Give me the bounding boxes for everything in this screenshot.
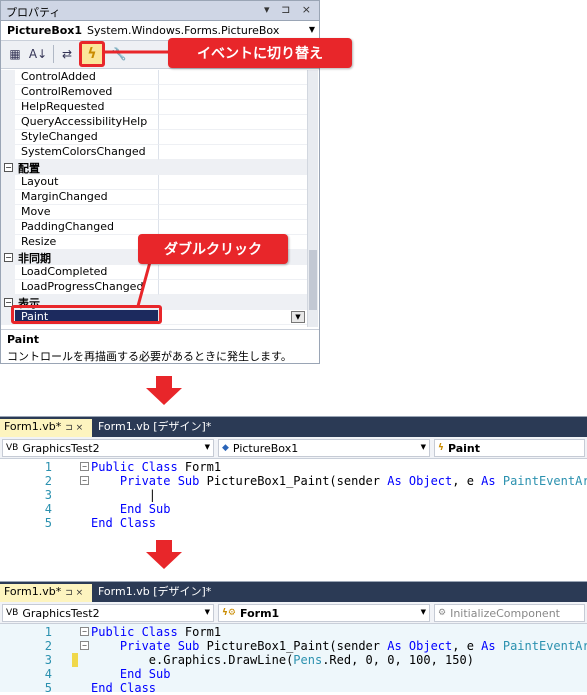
object-combo[interactable]: ϟ⚙ Form1 ▼ bbox=[218, 604, 430, 622]
code-line[interactable]: 1 − Public Class Form1 bbox=[0, 625, 587, 639]
tab-form1-vb[interactable]: Form1.vb* ⊐ × bbox=[0, 584, 92, 602]
document-tabs: Form1.vb* ⊐ × Form1.vb [デザイン]* bbox=[0, 417, 587, 437]
code-line[interactable]: 5 End Class bbox=[0, 681, 587, 695]
line-number: 1 bbox=[44, 625, 52, 639]
line-number: 5 bbox=[44, 516, 52, 530]
code-line[interactable]: 1 − Public Class Form1 bbox=[0, 460, 587, 474]
object-combo-label: Form1 bbox=[240, 606, 280, 620]
code-text: Public Class Form1 bbox=[91, 460, 222, 474]
fold-toggle-icon[interactable]: − bbox=[80, 476, 89, 485]
line-number: 4 bbox=[44, 502, 52, 516]
code-text: Public Class Form1 bbox=[91, 625, 222, 639]
code-text: | bbox=[91, 488, 157, 502]
chevron-down-icon[interactable]: ▼ bbox=[205, 443, 210, 451]
tab-form1-designer[interactable]: Form1.vb [デザイン]* bbox=[94, 584, 215, 602]
project-combo[interactable]: VB GraphicsTest2 ▼ bbox=[2, 439, 214, 457]
document-tabs: Form1.vb* ⊐ × Form1.vb [デザイン]* bbox=[0, 582, 587, 602]
object-combo[interactable]: ◆ PictureBox1 ▼ bbox=[218, 439, 430, 457]
tab-form1-vb[interactable]: Form1.vb* ⊐ × bbox=[0, 419, 92, 437]
code-line[interactable]: 2 − Private Sub PictureBox1_Paint(sender … bbox=[0, 474, 587, 488]
event-combo-label: Paint bbox=[447, 441, 480, 455]
line-number: 5 bbox=[44, 681, 52, 695]
code-line[interactable]: 3 | bbox=[0, 488, 587, 502]
arrow-down-icon bbox=[146, 376, 182, 405]
object-icon: ◆ bbox=[222, 443, 229, 453]
member-combo-label: InitializeComponent bbox=[450, 606, 560, 620]
line-number: 4 bbox=[44, 667, 52, 681]
callout-double-click: ダブルクリック bbox=[138, 234, 288, 264]
project-combo[interactable]: VB GraphicsTest2 ▼ bbox=[2, 604, 214, 622]
callout-switch-to-events: イベントに切り替え bbox=[168, 38, 352, 68]
tab-label: Form1.vb* bbox=[4, 420, 62, 433]
event-lightning-icon: ϟ bbox=[438, 443, 444, 453]
chevron-down-icon[interactable]: ▼ bbox=[205, 608, 210, 616]
line-number: 3 bbox=[44, 653, 52, 667]
code-line[interactable]: 2 − Private Sub PictureBox1_Paint(sender … bbox=[0, 639, 587, 653]
code-line[interactable]: 4 End Sub bbox=[0, 502, 587, 516]
code-line[interactable]: 3 e.Graphics.DrawLine(Pens.Red, 0, 0, 10… bbox=[0, 653, 587, 667]
pin-icon[interactable]: ⊐ × bbox=[65, 423, 83, 433]
fold-toggle-icon[interactable]: − bbox=[80, 641, 89, 650]
form-class-icon: ϟ⚙ bbox=[222, 608, 237, 618]
code-text: End Class bbox=[91, 516, 157, 530]
object-combo-label: PictureBox1 bbox=[232, 441, 299, 455]
line-number: 2 bbox=[44, 474, 52, 488]
event-combo[interactable]: ϟ Paint bbox=[434, 439, 585, 457]
navigation-bar: VB GraphicsTest2 ▼ ϟ⚙ Form1 ▼ ⚙ InitializeCom… bbox=[0, 602, 587, 624]
changed-line-marker bbox=[72, 653, 78, 667]
code-editor-2: Form1.vb* ⊐ × Form1.vb [デザイン]* VB Graphics… bbox=[0, 581, 587, 695]
code-line[interactable]: 4 End Sub bbox=[0, 667, 587, 681]
code-editor-1: Form1.vb* ⊐ × Form1.vb [デザイン]* VB Graphics… bbox=[0, 416, 587, 530]
project-combo-label: GraphicsTest2 bbox=[22, 606, 100, 620]
code-text: End Sub bbox=[119, 502, 171, 516]
code-area[interactable]: 1 − Public Class Form1 2 − Private Sub Pictu… bbox=[0, 624, 587, 695]
method-icon: ⚙ bbox=[438, 608, 447, 618]
chevron-down-icon[interactable]: ▼ bbox=[421, 608, 426, 616]
code-text: Private Sub PictureBox1_Paint(sender As … bbox=[119, 639, 587, 653]
navigation-bar: VB GraphicsTest2 ▼ ◆ PictureBox1 ▼ ϟ Paint bbox=[0, 437, 587, 459]
line-number: 3 bbox=[44, 488, 52, 502]
vb-project-icon: VB bbox=[6, 608, 19, 618]
vb-project-icon: VB bbox=[6, 443, 19, 453]
member-combo[interactable]: ⚙ InitializeComponent bbox=[434, 604, 585, 622]
line-number: 1 bbox=[44, 460, 52, 474]
code-text: e.Graphics.DrawLine(Pens.Red, 0, 0, 100,… bbox=[91, 653, 474, 667]
code-text: Private Sub PictureBox1_Paint(sender As … bbox=[119, 474, 587, 488]
connector-paint bbox=[136, 261, 152, 307]
chevron-down-icon[interactable]: ▼ bbox=[421, 443, 426, 451]
fold-toggle-icon[interactable]: − bbox=[80, 627, 89, 636]
tab-form1-designer[interactable]: Form1.vb [デザイン]* bbox=[94, 419, 215, 437]
fold-toggle-icon[interactable]: − bbox=[80, 462, 89, 471]
pin-icon[interactable]: ⊐ × bbox=[65, 588, 83, 598]
arrow-down-icon bbox=[146, 540, 182, 569]
code-text: End Class bbox=[91, 681, 157, 695]
code-line[interactable]: 5 End Class bbox=[0, 516, 587, 530]
line-number: 2 bbox=[44, 639, 52, 653]
project-combo-label: GraphicsTest2 bbox=[22, 441, 100, 455]
code-area[interactable]: 1 − Public Class Form1 2 − Private Sub Pictu… bbox=[0, 459, 587, 530]
tab-label: Form1.vb* bbox=[4, 585, 62, 598]
code-text: End Sub bbox=[119, 667, 171, 681]
